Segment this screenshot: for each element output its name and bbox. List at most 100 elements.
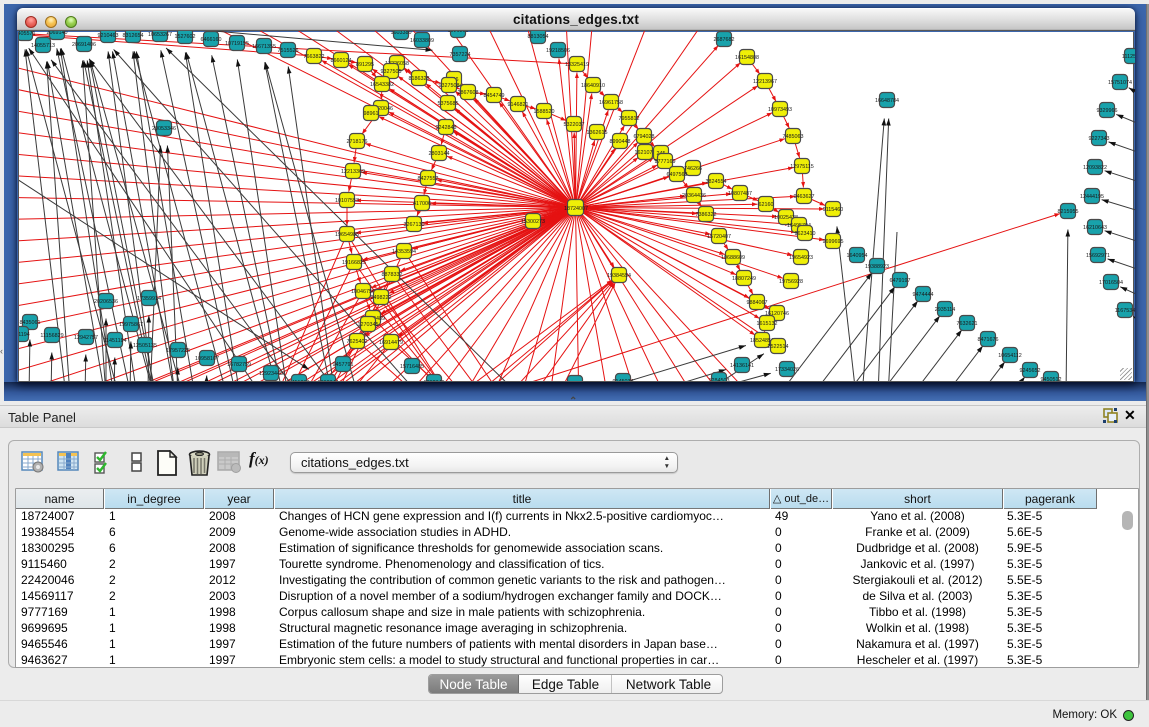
svg-text:8186328: 8186328: [409, 76, 430, 82]
svg-text:6479197: 6479197: [890, 278, 911, 284]
svg-text:8660124: 8660124: [331, 58, 352, 64]
svg-text:9451203: 9451203: [289, 380, 310, 381]
svg-text:12213369: 12213369: [341, 169, 365, 175]
svg-text:3267130: 3267130: [404, 222, 425, 228]
svg-text:17334026: 17334026: [775, 367, 799, 373]
svg-text:17016504: 17016504: [1099, 280, 1123, 286]
svg-text:9115460: 9115460: [823, 207, 844, 213]
svg-text:14136141: 14136141: [730, 363, 754, 369]
svg-text:17359914: 17359914: [137, 296, 161, 302]
svg-text:14055713: 14055713: [31, 43, 55, 49]
svg-text:19756928: 19756928: [779, 279, 803, 285]
svg-text:1405571: 1405571: [19, 31, 36, 37]
svg-text:7955812: 7955812: [619, 116, 640, 122]
svg-text:10653267: 10653267: [148, 32, 172, 38]
svg-text:7386322: 7386322: [696, 212, 717, 218]
svg-text:1167534: 1167534: [1115, 308, 1135, 314]
svg-text:19654923: 19654923: [789, 255, 813, 261]
svg-text:18640910: 18640910: [581, 83, 605, 89]
svg-text:1588520: 1588520: [534, 109, 555, 115]
svg-text:7485063: 7485063: [783, 134, 804, 140]
svg-text:19388923: 19388923: [865, 264, 889, 270]
svg-text:2069140: 2069140: [47, 31, 68, 36]
svg-text:20691406: 20691406: [72, 42, 96, 48]
svg-text:5375685: 5375685: [438, 101, 459, 107]
svg-text:8471676: 8471676: [978, 337, 999, 343]
svg-text:8215955: 8215955: [1058, 209, 1079, 215]
svg-text:1092346: 1092346: [424, 380, 445, 381]
svg-text:16154808: 16154808: [735, 55, 759, 61]
svg-text:891295: 891295: [356, 62, 374, 68]
svg-text:19975867: 19975867: [119, 322, 143, 328]
svg-text:10807487: 10807487: [728, 191, 752, 197]
svg-text:9474444: 9474444: [913, 292, 934, 298]
svg-text:9210463: 9210463: [98, 33, 119, 39]
svg-text:7663822: 7663822: [304, 54, 325, 60]
svg-text:9498222: 9498222: [371, 295, 392, 301]
svg-text:1621072: 1621072: [635, 150, 656, 156]
svg-text:9457791: 9457791: [333, 362, 354, 368]
svg-text:12505135: 12505135: [133, 343, 157, 349]
svg-text:11451194: 11451194: [103, 338, 126, 344]
svg-text:6466160: 6466160: [201, 37, 222, 43]
svg-text:12213967: 12213967: [753, 79, 777, 85]
svg-text:1640954: 1640954: [847, 253, 868, 259]
svg-text:9242848: 9242848: [436, 125, 457, 131]
svg-text:19218506: 19218506: [546, 48, 570, 54]
svg-text:10719155: 10719155: [225, 41, 249, 47]
svg-text:9884067: 9884067: [747, 300, 768, 306]
svg-text:10107553: 10107553: [335, 198, 359, 204]
svg-text:15716485: 15716485: [400, 364, 424, 370]
svg-text:2935114: 2935114: [935, 307, 956, 313]
svg-text:8312654: 8312654: [123, 33, 144, 39]
svg-text:5322037: 5322037: [564, 122, 585, 128]
svg-text:8878332: 8878332: [382, 272, 403, 278]
svg-text:16914479: 16914479: [379, 340, 403, 346]
svg-text:9227343: 9227343: [1089, 136, 1110, 142]
svg-text:1921850: 1921850: [448, 31, 469, 34]
svg-text:1270345: 1270345: [358, 322, 379, 328]
svg-text:7625402: 7625402: [347, 339, 368, 345]
svg-text:62160: 62160: [759, 202, 774, 208]
svg-text:9699695: 9699695: [823, 239, 844, 245]
svg-text:98961: 98961: [364, 111, 379, 117]
svg-text:6497568: 6497568: [667, 172, 688, 178]
svg-text:1527602: 1527602: [175, 34, 196, 40]
svg-text:8454749: 8454749: [484, 93, 505, 99]
svg-text:9145034: 9145034: [613, 379, 634, 381]
svg-text:9623410: 9623410: [795, 231, 816, 237]
svg-text:16961758: 16961758: [599, 100, 623, 106]
svg-text:1362615: 1362615: [587, 130, 608, 136]
svg-text:19654985: 19654985: [335, 232, 359, 238]
svg-text:15692971: 15692971: [1086, 253, 1110, 259]
svg-text:10958107: 10958107: [195, 356, 219, 362]
svg-text:15720407: 15720407: [707, 234, 731, 240]
svg-text:2522514: 2522514: [768, 344, 789, 350]
svg-text:10654112: 10654112: [998, 353, 1022, 359]
svg-text:9146821: 9146821: [508, 102, 529, 108]
svg-text:391194: 391194: [19, 332, 30, 338]
svg-text:9777169: 9777169: [655, 159, 676, 165]
svg-text:12942757: 12942757: [74, 335, 98, 341]
svg-text:16648784: 16648784: [875, 98, 899, 104]
svg-text:8435061: 8435061: [20, 320, 41, 326]
svg-text:20206536: 20206536: [94, 299, 118, 305]
svg-text:9463627: 9463627: [794, 194, 815, 200]
svg-text:9327505: 9327505: [381, 69, 402, 75]
svg-text:18807249: 18807249: [732, 276, 756, 282]
svg-text:10973493: 10973493: [768, 107, 792, 113]
svg-text:8990448: 8990448: [610, 139, 631, 145]
svg-text:12444195: 12444195: [1080, 194, 1104, 200]
svg-text:16671355: 16671355: [252, 44, 276, 50]
svg-text:16543382: 16543382: [370, 82, 394, 88]
svg-text:2687682: 2687682: [714, 37, 735, 43]
svg-text:1603380: 1603380: [391, 31, 412, 36]
svg-text:2867608: 2867608: [458, 90, 479, 96]
svg-text:1112584: 1112584: [1122, 54, 1135, 60]
svg-text:16033809: 16033809: [410, 38, 434, 44]
svg-text:7357224: 7357224: [450, 52, 471, 58]
svg-text:8427552: 8427552: [418, 176, 439, 182]
svg-text:19166825: 19166825: [342, 260, 366, 266]
svg-text:9450512: 9450512: [1041, 377, 1062, 381]
svg-text:20364436: 20364436: [682, 193, 706, 199]
